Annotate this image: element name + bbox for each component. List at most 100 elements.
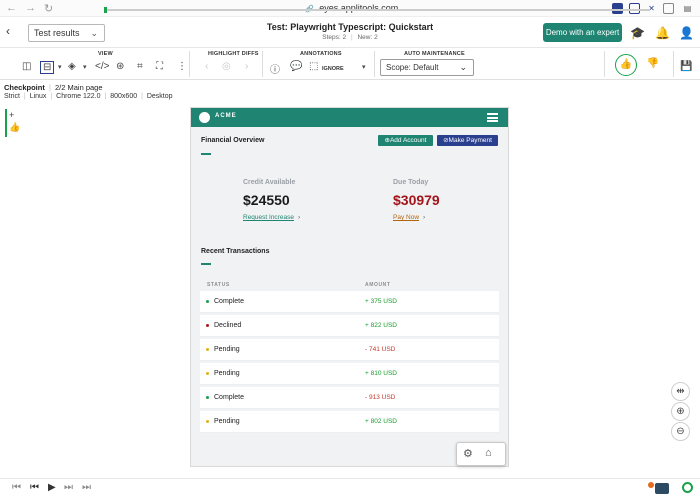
- ignore-label[interactable]: IGNORE: [322, 66, 344, 72]
- ignore-region-icon[interactable]: ⬚: [309, 61, 318, 72]
- floating-panel: ⚙ ⌂: [456, 442, 506, 466]
- transaction-row: Declined + 822 USD: [200, 315, 499, 337]
- zoom-out-icon[interactable]: ⊖: [671, 422, 690, 441]
- section-underline: [201, 153, 211, 155]
- comment-icon[interactable]: 💬: [290, 61, 302, 72]
- scope-select-value: Scope: Default: [386, 63, 439, 72]
- pay-now-label: Pay Now: [393, 214, 420, 221]
- divider: [604, 51, 605, 77]
- transaction-amount: + 375 USD: [365, 298, 397, 305]
- checkpoint-title: Checkpoint | 2/2 Main page: [4, 83, 103, 92]
- home-icon[interactable]: ⌂: [485, 447, 492, 459]
- bell-icon[interactable]: 🔔: [655, 26, 670, 40]
- step-first-icon[interactable]: ⏮: [12, 482, 21, 493]
- transaction-amount: - 913 USD: [365, 394, 396, 401]
- transactions-title: Recent Transactions: [201, 248, 270, 255]
- results-select-value: Test results: [34, 28, 80, 38]
- demo-button[interactable]: Demo with an expert: [543, 23, 622, 42]
- chevron-left-icon[interactable]: ‹: [205, 61, 208, 72]
- transaction-row: Pending + 802 USD: [200, 411, 499, 433]
- view-section-label: VIEW: [98, 51, 113, 57]
- step-back-icon[interactable]: ⏮: [30, 482, 39, 493]
- code-icon[interactable]: </>: [95, 61, 109, 72]
- crop-icon[interactable]: ⌗: [137, 61, 143, 72]
- transaction-amount: + 810 USD: [365, 370, 397, 377]
- reader-icon[interactable]: ▤: [682, 3, 693, 14]
- checkpoint-image[interactable]: ACME Financial Overview ⊕Add Account ⊘Ma…: [190, 107, 509, 467]
- request-increase-label: Request Increase: [243, 214, 294, 221]
- baseline-checkpoint-icon[interactable]: ⊟: [40, 61, 55, 74]
- step-indicator: [5, 109, 7, 137]
- status-column-header: STATUS: [207, 282, 230, 288]
- zoom-in-icon[interactable]: ⊕: [671, 402, 690, 421]
- thumbs-down-icon[interactable]: 👎: [642, 54, 664, 76]
- save-icon[interactable]: 💾: [680, 61, 692, 72]
- chevron-down-icon: ⌄: [459, 62, 467, 72]
- thumbs-up-icon[interactable]: 👍: [9, 122, 20, 133]
- reload-icon[interactable]: ↻: [44, 2, 53, 15]
- chevron-down-icon[interactable]: ▾: [362, 63, 366, 71]
- annotations-section-label: ANNOTATIONS: [300, 51, 342, 57]
- transaction-status: Declined: [214, 322, 242, 329]
- info-icon[interactable]: ⓘ: [270, 61, 280, 76]
- back-icon[interactable]: ←: [6, 2, 17, 14]
- play-icon[interactable]: ▶: [48, 482, 56, 493]
- highlight-section-label: HIGHLIGHT DIFFS: [208, 51, 259, 57]
- divider: [673, 51, 674, 77]
- more-icon[interactable]: ⋮: [177, 61, 187, 72]
- accessibility-icon[interactable]: ⊛: [116, 61, 124, 72]
- target-icon[interactable]: ◎: [222, 61, 231, 72]
- section-title: Financial Overview: [201, 137, 265, 144]
- gear-icon[interactable]: ⚙: [463, 447, 473, 460]
- thumbs-up-icon[interactable]: 👍: [615, 54, 637, 76]
- chevron-down-icon[interactable]: ▾: [83, 63, 87, 71]
- status-dot-icon: [206, 324, 209, 327]
- pay-now-link: Pay Now ›: [393, 214, 425, 221]
- device-label: Desktop: [146, 93, 173, 100]
- fit-width-icon[interactable]: ⇹: [671, 382, 690, 401]
- credit-label: Credit Available: [243, 179, 296, 186]
- new-count: New: 2: [357, 34, 378, 41]
- scope-select[interactable]: Scope: Default ⌄: [380, 59, 474, 76]
- brand-name: ACME: [215, 113, 237, 119]
- acme-logo-icon: [199, 112, 210, 123]
- due-value: $30979: [393, 192, 440, 208]
- transaction-amount: + 802 USD: [365, 418, 397, 425]
- status-dot-icon: [206, 396, 209, 399]
- chevron-right-icon[interactable]: ›: [245, 61, 248, 72]
- sidebar-icon[interactable]: [663, 3, 674, 14]
- graduation-cap-icon[interactable]: 🎓: [630, 26, 645, 40]
- status-indicator: [682, 482, 693, 493]
- divider: [374, 51, 375, 77]
- timeline-track[interactable]: [104, 9, 650, 11]
- amount-column-header: AMOUNT: [365, 282, 391, 288]
- request-increase-link: Request Increase ›: [243, 214, 300, 221]
- chevron-left-icon[interactable]: ‹: [6, 24, 10, 38]
- transaction-row: Pending - 741 USD: [200, 339, 499, 361]
- step-forward-icon[interactable]: ⏭: [64, 482, 73, 493]
- make-payment-button: ⊘Make Payment: [437, 135, 498, 146]
- transaction-status: Complete: [214, 394, 244, 401]
- address-bar[interactable]: 🔗 eyes.applitools.com: [305, 3, 398, 13]
- transaction-amount: + 822 USD: [365, 322, 397, 329]
- transaction-row: Complete + 375 USD: [200, 291, 499, 313]
- layers-icon[interactable]: ◈: [68, 61, 76, 72]
- app-header: ‹ Test results ⌄ Test: Playwright Typesc…: [0, 17, 700, 48]
- viewport-label: 800x600: [110, 93, 138, 100]
- user-settings-icon[interactable]: 👤: [679, 26, 694, 40]
- forward-icon[interactable]: →: [25, 2, 36, 14]
- chevron-down-icon[interactable]: ▾: [58, 63, 62, 71]
- expand-icon[interactable]: ⛶: [156, 61, 163, 72]
- plus-icon[interactable]: +: [9, 110, 14, 120]
- add-account-button: ⊕Add Account: [378, 135, 433, 146]
- transactions-underline: [201, 263, 211, 265]
- transaction-status: Complete: [214, 298, 244, 305]
- results-select[interactable]: Test results ⌄: [28, 24, 105, 42]
- test-title: Test: Playwright Typescript: Quickstart: [266, 22, 434, 32]
- chat-icon[interactable]: [655, 483, 669, 494]
- steps-count: Steps: 2: [322, 34, 347, 41]
- timeline-marker[interactable]: [104, 7, 107, 13]
- step-last-icon[interactable]: ⏭: [82, 482, 91, 493]
- side-by-side-icon[interactable]: ◫: [22, 61, 31, 72]
- chevron-right-icon: ›: [423, 214, 426, 221]
